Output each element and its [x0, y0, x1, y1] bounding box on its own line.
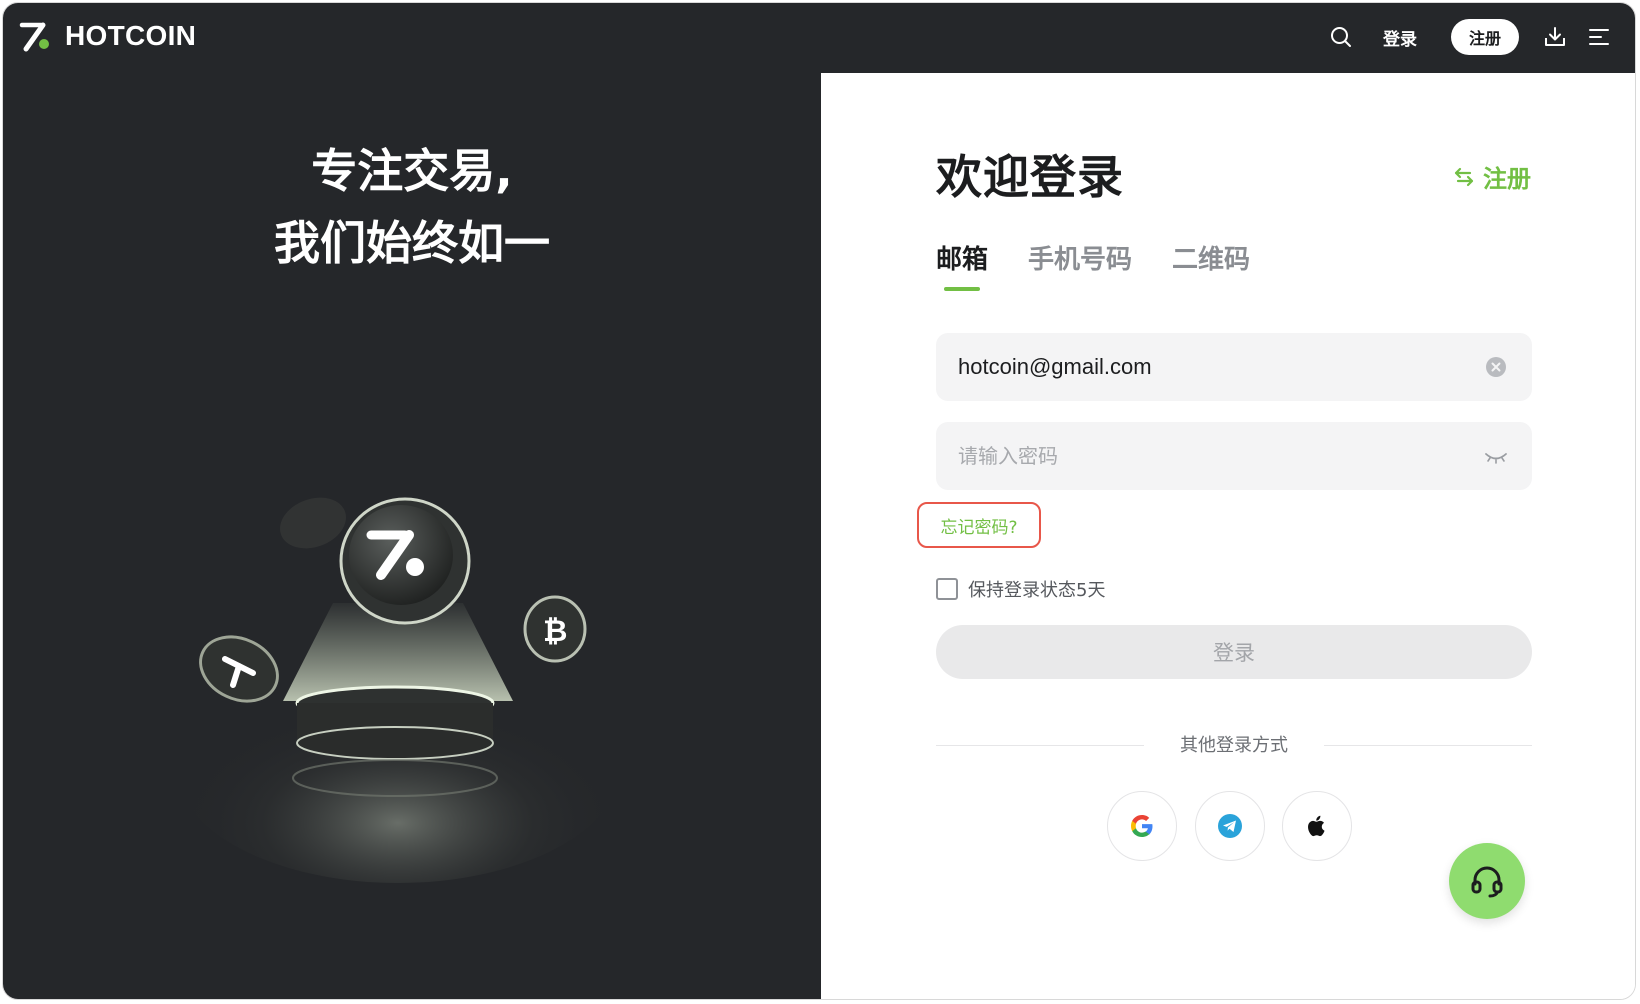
customer-support-button[interactable]	[1449, 843, 1525, 919]
brand-name: HOTCOIN	[65, 20, 197, 51]
hero-section: 专注交易, 我们始终如一 ₿	[3, 73, 821, 999]
tab-email[interactable]: 邮箱	[936, 239, 988, 291]
password-field-container	[936, 422, 1532, 490]
telegram-login-button[interactable]	[1195, 791, 1265, 861]
switch-register-label: 注册	[1483, 165, 1531, 193]
app-window: HOTCOIN 登录 注册 专注交易, 我们始终如一 ₿ 欢迎登录 注册 邮箱 …	[2, 2, 1636, 1000]
header-login-link[interactable]: 登录	[1383, 25, 1417, 50]
email-field-container	[936, 333, 1532, 401]
eye-closed-icon[interactable]	[1482, 442, 1510, 470]
login-method-tabs: 邮箱 手机号码 二维码	[936, 239, 1290, 291]
tab-phone[interactable]: 手机号码	[1028, 239, 1132, 276]
email-input[interactable]	[958, 354, 1482, 380]
divider-line-right	[1324, 745, 1532, 746]
header-actions: 登录 注册	[1327, 17, 1613, 57]
password-input[interactable]	[958, 444, 1482, 468]
coins-pedestal-illustration: ₿	[183, 497, 623, 883]
clear-input-icon[interactable]	[1482, 353, 1510, 381]
switch-to-register-link[interactable]: 注册	[1453, 159, 1531, 194]
remember-me-label: 保持登录状态5天	[968, 580, 1106, 601]
remember-me-checkbox[interactable]	[936, 578, 958, 600]
telegram-icon	[1218, 814, 1242, 838]
apple-icon	[1308, 815, 1325, 837]
hero-headline-line-1: 专注交易,	[311, 144, 513, 198]
brand-logo[interactable]: HOTCOIN	[19, 19, 196, 53]
header-register-button[interactable]: 注册	[1450, 19, 1519, 55]
remember-me-option[interactable]: 保持登录状态5天	[936, 576, 1105, 602]
top-navigation-bar: HOTCOIN 登录 注册	[3, 3, 1635, 73]
login-title: 欢迎登录	[936, 150, 1124, 204]
svg-text:₿: ₿	[543, 614, 567, 649]
search-icon[interactable]	[1327, 23, 1355, 51]
login-submit-button[interactable]: 登录	[936, 625, 1532, 679]
menu-icon[interactable]	[1585, 23, 1613, 51]
tab-qr-code[interactable]: 二维码	[1172, 239, 1250, 276]
other-login-methods-label: 其他登录方式	[1180, 735, 1288, 756]
hotcoin-logo-icon	[19, 19, 53, 53]
hero-headline-line-2: 我们始终如一	[274, 216, 550, 270]
google-icon	[1131, 815, 1153, 837]
divider-line-left	[936, 745, 1144, 746]
apple-login-button[interactable]	[1282, 791, 1352, 861]
headset-icon	[1471, 866, 1503, 898]
forgot-password-link[interactable]: 忘记密码?	[917, 502, 1041, 548]
swap-arrows-icon	[1454, 167, 1474, 186]
download-icon[interactable]	[1541, 23, 1569, 51]
google-login-button[interactable]	[1107, 791, 1177, 861]
